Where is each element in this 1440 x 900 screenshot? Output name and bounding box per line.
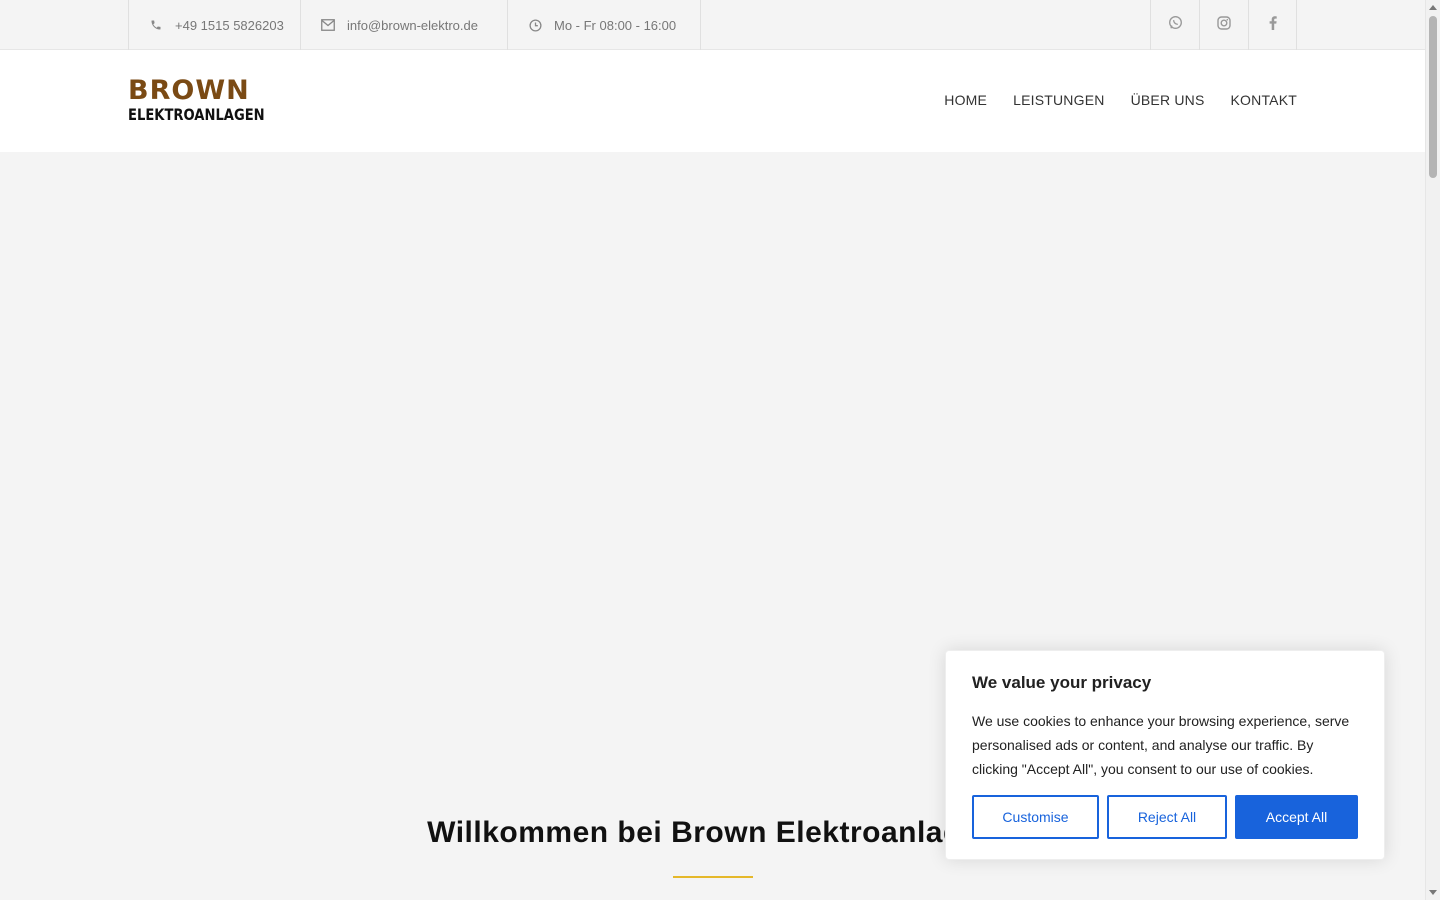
cookie-buttons: Customise Reject All Accept All	[972, 795, 1358, 839]
facebook-icon	[1269, 15, 1277, 35]
instagram-icon	[1217, 15, 1231, 35]
cookie-title: We value your privacy	[972, 673, 1152, 692]
phone-icon	[149, 18, 163, 32]
title-accent-line	[673, 876, 753, 878]
cookie-consent-banner: We value your privacy We use cookies to …	[945, 650, 1385, 860]
whatsapp-icon	[1168, 15, 1183, 35]
nav-kontakt[interactable]: KONTAKT	[1231, 92, 1297, 108]
email-address: info@brown-elektro.de	[347, 17, 478, 33]
facebook-link[interactable]	[1248, 0, 1297, 50]
opening-hours: Mo - Fr 08:00 - 16:00	[507, 0, 701, 50]
scroll-down-arrow-icon[interactable]	[1429, 890, 1437, 895]
nav-leistungen[interactable]: LEISTUNGEN	[1013, 92, 1104, 108]
nav-home[interactable]: HOME	[944, 92, 987, 108]
scrollbar-thumb[interactable]	[1429, 16, 1437, 178]
instagram-link[interactable]	[1199, 0, 1248, 50]
hours-text: Mo - Fr 08:00 - 16:00	[554, 17, 677, 33]
main-navigation: HOME LEISTUNGEN ÜBER UNS KONTAKT	[944, 92, 1297, 108]
logo-line-1: BROWN	[128, 75, 250, 106]
reject-all-button[interactable]: Reject All	[1107, 795, 1227, 839]
brand-logo[interactable]: BROWN ELEKTROANLAGEN	[128, 75, 265, 128]
nav-ueber-uns[interactable]: ÜBER UNS	[1131, 92, 1205, 108]
contact-phone[interactable]: +49 1515 5826203	[128, 0, 301, 50]
envelope-icon	[321, 18, 335, 32]
site-header: BROWN ELEKTROANLAGEN HOME LEISTUNGEN ÜBE…	[0, 50, 1425, 152]
page-scrollbar[interactable]	[1425, 0, 1440, 900]
phone-number: +49 1515 5826203	[175, 17, 284, 33]
customise-button[interactable]: Customise	[972, 795, 1099, 839]
scroll-up-arrow-icon[interactable]	[1429, 5, 1437, 10]
logo-line-2: ELEKTROANLAGEN	[128, 105, 265, 124]
clock-icon	[528, 18, 542, 32]
top-info-bar: +49 1515 5826203 info@brown-elektro.de M…	[0, 0, 1425, 50]
cookie-text: We use cookies to enhance your browsing …	[972, 713, 1350, 777]
contact-email[interactable]: info@brown-elektro.de	[300, 0, 508, 50]
accept-all-button[interactable]: Accept All	[1235, 795, 1358, 839]
whatsapp-link[interactable]	[1150, 0, 1199, 50]
